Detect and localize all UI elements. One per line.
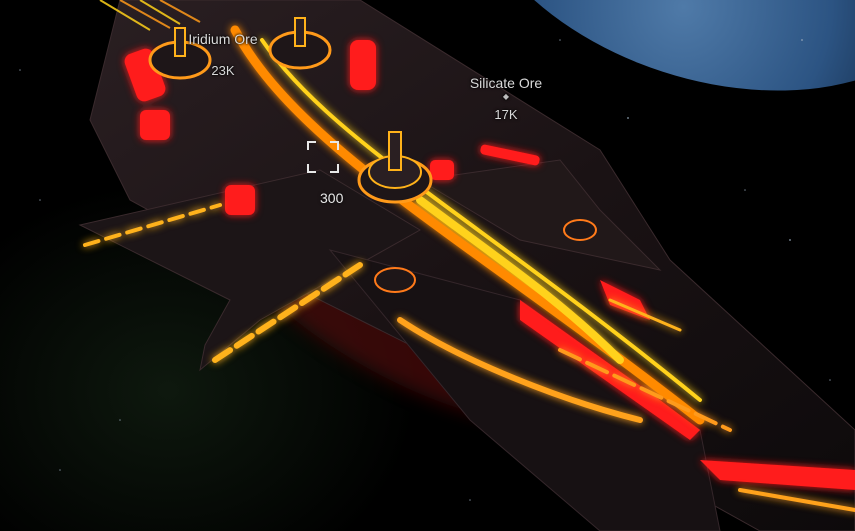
game-viewport[interactable]: Iridium Ore 23K Silicate Ore ◆ 17K 300 [0,0,855,531]
ore-value: 23K [211,63,235,78]
ore-marker-icon: ◆ [502,92,510,101]
target-reticle-icon[interactable] [306,140,340,174]
turret [563,219,597,241]
ore-label-silicate[interactable]: Silicate Ore ◆ 17K [456,75,556,122]
target-distance: 300 [320,190,344,206]
ore-name: Silicate Ore [469,75,543,91]
scene-svg [19,0,855,531]
turret [374,267,416,293]
ore-label-iridium[interactable]: Iridium Ore 23K [178,31,268,78]
ore-name: Iridium Ore [188,31,258,47]
ore-value: 17K [494,107,518,122]
